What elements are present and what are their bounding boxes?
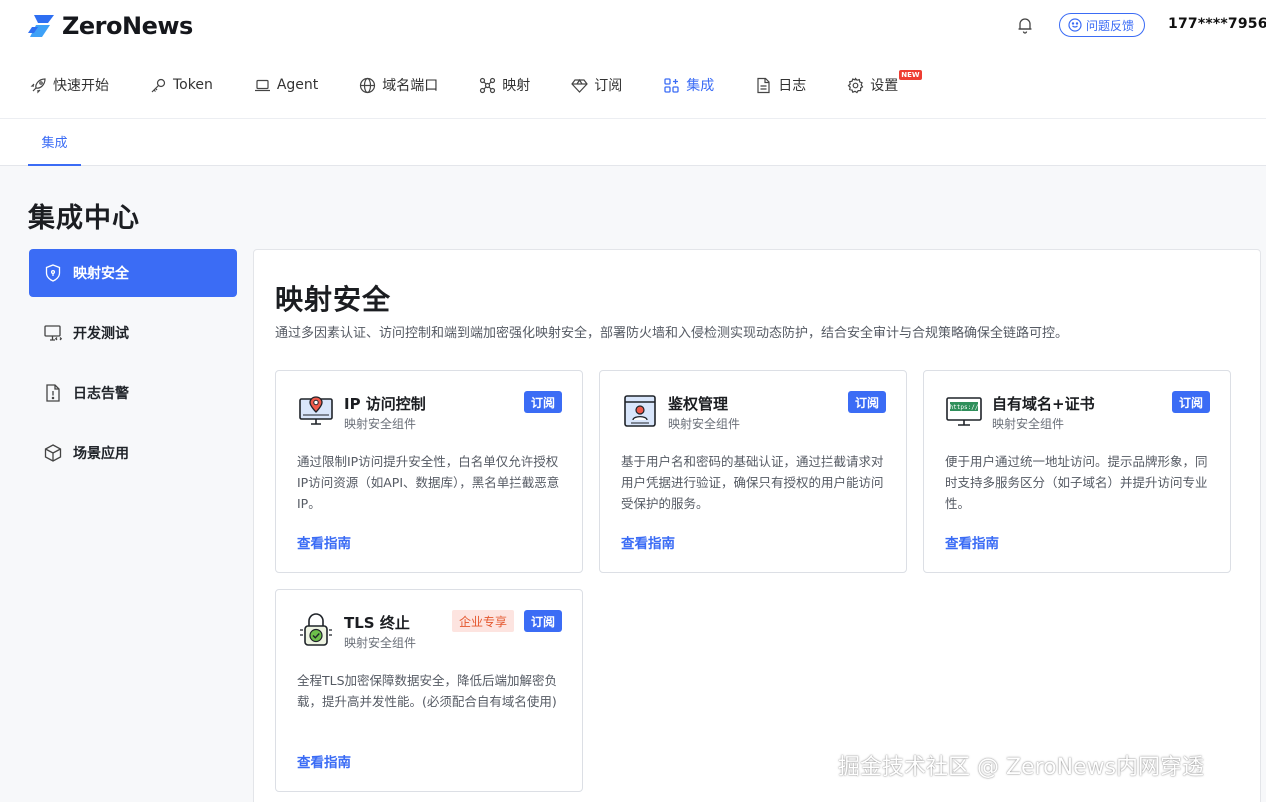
main-nav: 快速开始 Token Agent 域名端口 映射 订阅 集成 日志 设置 NEW — [30, 70, 939, 96]
alert-file-icon — [46, 384, 60, 402]
card-custom-domain-cert: https:// 自有域名+证书 映射安全组件 订阅 便于用户通过统一地址访问。… — [923, 370, 1231, 573]
globe-icon — [360, 77, 376, 93]
sidebar-item-dev-test[interactable]: 开发测试 — [29, 309, 237, 357]
sidebar-item-log-alert[interactable]: 日志告警 — [29, 369, 237, 417]
top-header: ZeroNews 问题反馈 177****7956 快速开始 Token Age… — [0, 0, 1266, 118]
feedback-label: 问题反馈 — [1086, 18, 1135, 33]
view-guide-link[interactable]: 查看指南 — [297, 751, 351, 771]
card-title: 鉴权管理 — [668, 395, 729, 413]
bell-icon[interactable] — [1016, 16, 1034, 34]
nav-label: Token — [173, 77, 213, 93]
document-icon — [757, 77, 770, 93]
smile-icon — [1068, 18, 1082, 32]
nav-label: 快速开始 — [53, 78, 109, 94]
zeronews-logo-icon — [28, 15, 54, 37]
user-auth-icon — [624, 395, 656, 427]
user-phone[interactable]: 177****7956 — [1168, 16, 1266, 32]
enterprise-tag: 企业专享 — [451, 610, 514, 632]
sidebar-item-label: 日志告警 — [73, 386, 129, 402]
card-title: IP 访问控制 — [344, 395, 426, 413]
category-sidebar: 映射安全 开发测试 日志告警 场景应用 — [29, 249, 237, 489]
nav-label: 设置 — [870, 78, 899, 94]
card-tls-termination: TLS 终止 映射安全组件 企业专享 订阅 全程TLS加密保障数据安全，降低后端… — [275, 589, 583, 792]
nav-label: 集成 — [686, 78, 715, 94]
nav-item-subscribe[interactable]: 订阅 — [571, 74, 622, 96]
nav-item-settings[interactable]: 设置 NEW — [847, 70, 922, 96]
nav-item-mapping[interactable]: 映射 — [479, 74, 530, 96]
cube-icon — [44, 444, 62, 462]
nav-label: 订阅 — [594, 78, 623, 94]
sidebar-item-label: 开发测试 — [73, 326, 129, 342]
card-description: 基于用户名和密码的基础认证，通过拦截请求对用户凭据进行验证，确保只有授权的用户能… — [621, 454, 884, 511]
nav-label: 映射 — [502, 78, 531, 94]
nav-label: 域名端口 — [382, 78, 439, 94]
svg-text:https://: https:// — [950, 404, 979, 411]
card-auth-management: 鉴权管理 映射安全组件 订阅 基于用户名和密码的基础认证，通过拦截请求对用户凭据… — [599, 370, 907, 573]
card-description: 全程TLS加密保障数据安全，降低后端加解密负载，提升高并发性能。(必须配合自有域… — [297, 673, 558, 709]
logo[interactable]: ZeroNews — [28, 12, 193, 40]
https-monitor-icon: https:// — [946, 397, 982, 426]
card-title: 自有域名+证书 — [992, 395, 1095, 413]
subscribe-tag-button[interactable]: 订阅 — [523, 610, 562, 632]
sidebar-item-label: 场景应用 — [73, 446, 129, 462]
watermark: 掘金技术社区 @ ZeroNews内网穿透 — [838, 755, 1205, 780]
section-title: 映射安全 — [275, 283, 392, 316]
nav-item-domain-port[interactable]: 域名端口 — [359, 74, 438, 96]
view-guide-link[interactable]: 查看指南 — [621, 532, 675, 552]
gear-icon — [847, 76, 864, 93]
tab-integration[interactable]: 集成 — [28, 119, 81, 166]
card-subtitle: 映射安全组件 — [992, 417, 1065, 431]
page-title: 集成中心 — [28, 203, 140, 234]
nav-item-token[interactable]: Token — [150, 74, 213, 96]
nav-item-integration[interactable]: 集成 — [663, 74, 714, 96]
view-guide-link[interactable]: 查看指南 — [945, 532, 999, 552]
nav-item-quickstart[interactable]: 快速开始 — [30, 74, 109, 96]
view-guide-link[interactable]: 查看指南 — [297, 532, 351, 552]
new-badge: NEW — [899, 70, 922, 80]
subscribe-tag-button[interactable]: 订阅 — [1171, 391, 1210, 413]
subscribe-tag-button[interactable]: 订阅 — [523, 391, 562, 413]
sidebar-item-label: 映射安全 — [73, 266, 129, 282]
card-ip-access-control: IP 访问控制 映射安全组件 订阅 通过限制IP访问提升安全性，白名单仅允许授权… — [275, 370, 583, 573]
lock-check-icon — [300, 613, 332, 646]
grid-icon — [664, 77, 679, 93]
ip-location-icon — [299, 396, 333, 425]
section-description: 通过多因素认证、访问控制和端到端加密强化映射安全，部署防火墙和入侵检测实现动态防… — [275, 326, 1069, 341]
logo-text: ZeroNews — [62, 12, 193, 40]
key-icon — [151, 78, 166, 92]
card-description: 通过限制IP访问提升安全性，白名单仅允许授权IP访问资源（如API、数据库），黑… — [297, 454, 560, 511]
card-subtitle: 映射安全组件 — [344, 417, 417, 431]
card-subtitle: 映射安全组件 — [344, 636, 417, 650]
subscribe-tag-button[interactable]: 订阅 — [847, 391, 886, 413]
feedback-button[interactable]: 问题反馈 — [1059, 13, 1146, 37]
shield-icon — [45, 264, 61, 282]
card-subtitle: 映射安全组件 — [668, 417, 741, 431]
nav-label: Agent — [276, 77, 319, 93]
rocket-icon — [30, 77, 46, 93]
nav-item-logs[interactable]: 日志 — [755, 74, 806, 96]
card-description: 便于用户通过统一地址访问。提示品牌形象，同时支持多服务区分（如子域名）并提升访问… — [945, 454, 1208, 511]
nav-label: 日志 — [778, 78, 807, 94]
sub-tabbar: 集成 — [0, 118, 1266, 166]
sidebar-item-scenarios[interactable]: 场景应用 — [29, 429, 237, 477]
nav-item-agent[interactable]: Agent — [254, 74, 318, 96]
diamond-icon — [571, 78, 589, 93]
content-panel: 映射安全 通过多因素认证、访问控制和端到端加密强化映射安全，部署防火墙和入侵检测… — [253, 249, 1261, 802]
sidebar-item-mapping-security[interactable]: 映射安全 — [29, 249, 237, 297]
network-icon — [480, 77, 496, 93]
laptop-icon — [254, 79, 270, 91]
card-title: TLS 终止 — [344, 614, 410, 632]
monitor-code-icon — [44, 325, 63, 341]
